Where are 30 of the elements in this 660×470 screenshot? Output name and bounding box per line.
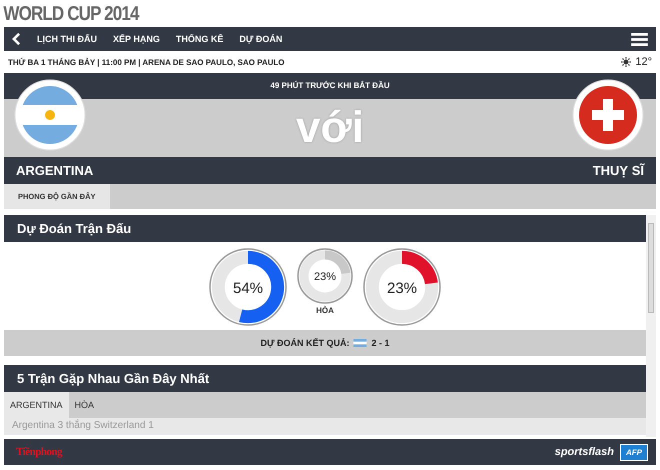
away-team-name: THUỴ SĨ: [592, 163, 644, 178]
nav-link[interactable]: XẾP HẠNG: [113, 34, 160, 44]
section-header: Dự Đoán Trận Đấu: [4, 215, 646, 242]
draw-label: HÒA: [316, 306, 334, 315]
percentage-label: 54%: [232, 280, 264, 297]
brand-logo: sportsflash: [554, 446, 614, 458]
brand-logo: Tiềnphong: [16, 446, 62, 458]
section-header: 5 Trận Gặp Nhau Gần Đây Nhất: [4, 365, 646, 392]
home-team-name: ARGENTINA: [16, 163, 94, 178]
switzerland-flag-icon: [572, 79, 644, 151]
menu-icon[interactable]: [631, 32, 648, 46]
countdown-bar: 49 PHÚT TRƯỚC KHI BẮT ĐẦU: [4, 73, 656, 99]
percentage-label: 23%: [386, 280, 418, 297]
team-tab[interactable]: ARGENTINA: [4, 392, 69, 418]
match-info: THỨ BA 1 THÁNG BẢY | 11:00 PM | ARENA DE SAO PAULO, SAO PAULO: [8, 58, 284, 66]
match-result-row: Argentina 3 thắng Switzerland 1: [4, 418, 646, 435]
nav-link[interactable]: DỰ ĐOÁN: [239, 34, 282, 44]
nav-link[interactable]: LỊCH THI ĐẤU: [37, 34, 97, 44]
back-icon[interactable]: [12, 32, 21, 46]
temperature: 12°: [635, 56, 652, 68]
nav-link[interactable]: THỐNG KÊ: [176, 34, 224, 44]
sun-icon: [621, 57, 632, 67]
argentina-flag-icon: [353, 339, 368, 347]
argentina-flag-icon: [14, 79, 86, 151]
result-label: DỰ ĐOÁN KẾT QUẢ:: [260, 338, 350, 348]
percentage-label: 23%: [314, 271, 336, 283]
brand-badge: AFP: [620, 444, 648, 460]
scrollbar[interactable]: [646, 215, 656, 437]
page-title: WORLD CUP 2014: [2, 2, 139, 27]
result-score: 2 - 1: [371, 338, 390, 348]
